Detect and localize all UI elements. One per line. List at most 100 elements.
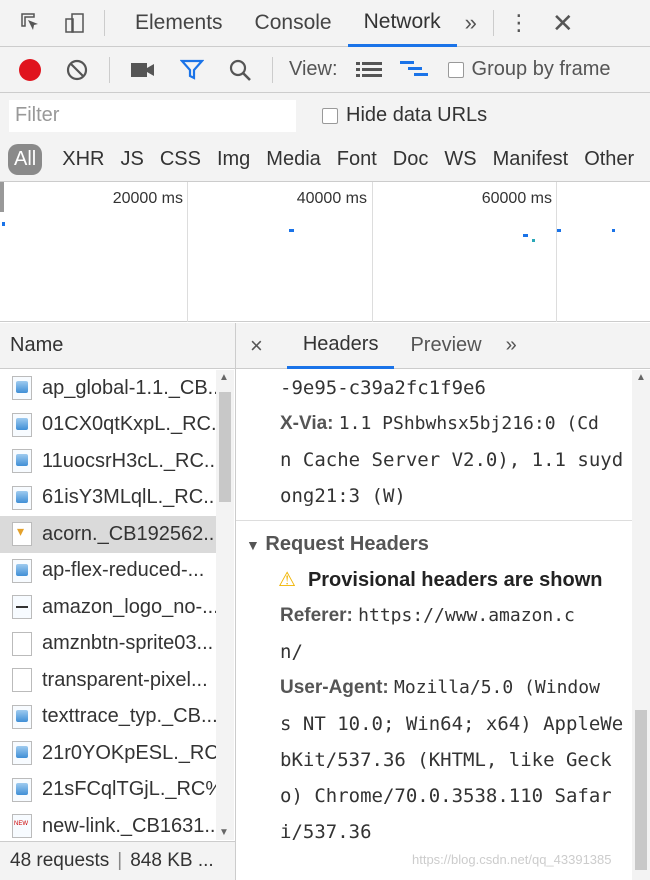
request-name: new-link._CB1631... [42,814,216,837]
type-filter-other[interactable]: Other [584,148,634,171]
scrollbar-thumb[interactable] [219,392,231,502]
amazon-logo-thumbnail-icon [12,595,32,620]
clear-icon[interactable] [65,58,89,82]
grid-line [556,182,557,322]
hide-data-urls-label: Hide data URLs [346,104,488,126]
record-button[interactable] [19,58,41,81]
request-name: ap-flex-reduced-... [42,559,205,582]
search-icon[interactable] [228,58,252,82]
type-filter-css[interactable]: CSS [160,148,201,171]
request-row[interactable]: 01CX0qtKxpL._RC... [0,407,216,444]
type-filter-xhr[interactable]: XHR [62,148,104,171]
request-row-selected[interactable]: acorn._CB192562... [0,516,216,553]
divider [272,56,273,83]
request-row[interactable]: ap_global-1.1._CB... [0,370,216,407]
request-name: 61isY3MLqlL._RC... [42,486,216,509]
type-filter-img[interactable]: Img [217,148,250,171]
tab-console[interactable]: Console [239,0,348,47]
header-value-line: s NT 10.0; Win64; x64) AppleWe [280,713,624,735]
kebab-menu-icon[interactable]: ⋮ [508,10,530,36]
request-row[interactable]: transparent-pixel... [0,662,216,699]
headers-content: -9e95-c39a2fc1f9e6 X-Via: 1.1 PShbwhsx5b… [236,370,632,880]
request-row[interactable]: amznbtn-sprite03... [0,626,216,663]
more-tabs-icon[interactable]: » [465,10,477,36]
disclosure-triangle-icon: ▼ [246,537,260,553]
type-filter-font[interactable]: Font [337,148,377,171]
request-detail-pane: × Headers Preview » -9e95-c39a2fc1f9e6 X… [236,323,650,880]
request-mark [523,234,528,237]
request-name: 21r0YOKpESL._RC... [42,741,216,764]
request-name: transparent-pixel... [42,668,208,691]
filter-input[interactable] [9,99,296,132]
filter-funnel-icon[interactable] [180,58,204,82]
image-file-icon [12,412,32,437]
request-list-scrollbar[interactable]: ▲ ▼ [216,370,234,840]
type-filter-media[interactable]: Media [266,148,320,171]
header-value-line: o) Chrome/70.0.3538.110 Safar [280,785,612,807]
request-name: 01CX0qtKxpL._RC... [42,413,216,436]
header-key: Referer: [280,605,353,626]
type-filter-doc[interactable]: Doc [393,148,429,171]
more-detail-tabs-icon[interactable]: » [506,334,517,357]
group-by-frame-checkbox[interactable] [447,61,464,78]
detail-scrollbar[interactable]: ▲ [632,370,650,880]
request-row[interactable]: texttrace_typ._CB... [0,699,216,736]
type-filter-all[interactable]: All [8,144,43,175]
type-filter-manifest[interactable]: Manifest [493,148,569,171]
tab-network[interactable]: Network [347,0,457,47]
new-badge-thumbnail-icon [12,814,32,839]
warning-icon: ⚠ [278,569,296,591]
close-icon[interactable]: ✕ [552,8,574,39]
request-mark [289,229,294,232]
waterfall-overview-icon[interactable] [399,59,430,81]
request-row[interactable]: ap-flex-reduced-... [0,553,216,590]
image-file-icon [12,558,32,583]
response-header-x-via: X-Via: 1.1 PShbwhsx5bj216:0 (Cd [236,406,632,442]
warning-text: Provisional headers are shown [307,569,603,591]
header-key: User-Agent: [280,677,389,698]
scroll-down-arrow-icon[interactable]: ▼ [219,827,229,838]
device-toolbar-icon[interactable] [60,8,90,38]
watermark-text: https://blog.csdn.net/qq_43391385 [412,852,612,867]
request-name: amznbtn-sprite03... [42,632,214,655]
image-file-icon [12,449,32,474]
group-by-frame-label: Group by frame [471,58,611,80]
request-row[interactable]: 21sFCqlTGjL._RC%... [0,772,216,809]
hide-data-urls-checkbox[interactable] [322,107,338,124]
image-file-icon [12,704,32,729]
acorn-file-icon [12,522,32,547]
type-filter-js[interactable]: JS [120,148,143,171]
detail-tabbar: × Headers Preview » [236,323,650,369]
section-toggle[interactable]: ▼ Request Headers [236,527,632,562]
scrollbar-thumb[interactable] [635,710,647,870]
tab-headers[interactable]: Headers [286,323,395,369]
scroll-up-arrow-icon[interactable]: ▲ [219,372,229,383]
overview-window-handle[interactable] [0,182,4,212]
header-value-line: n Cache Server V2.0), 1.1 suyd [280,449,624,471]
screenshot-camera-icon[interactable] [130,59,156,81]
request-row[interactable]: new-link._CB1631... [0,808,216,845]
request-name: 21sFCqlTGjL._RC%... [42,778,216,801]
name-column-header[interactable]: Name [0,323,235,369]
request-row[interactable]: 21r0YOKpESL._RC... [0,735,216,772]
type-filter-ws[interactable]: WS [444,148,476,171]
timeline-overview[interactable]: 20000 ms 40000 ms 60000 ms [0,182,650,322]
large-rows-list-icon[interactable] [355,60,382,80]
request-row[interactable]: amazon_logo_no-... [0,589,216,626]
request-name: texttrace_typ._CB... [42,705,216,728]
divider [104,10,105,36]
tab-preview[interactable]: Preview [394,323,497,369]
grid-line [372,182,373,322]
header-value-line: bKit/537.36 (KHTML, like Geck [280,749,612,771]
request-row[interactable]: 61isY3MLqlL._RC... [0,480,216,517]
request-row[interactable]: 11uocsrH3cL._RC... [0,443,216,480]
image-file-icon [12,485,32,510]
close-detail-icon[interactable]: × [250,333,263,359]
header-value-line: ong21:3 (W) [280,485,406,507]
overview-tick-label: 20000 ms [112,190,183,207]
request-name: ap_global-1.1._CB... [42,376,216,399]
inspect-element-icon[interactable] [16,8,46,38]
divider: | [117,850,123,871]
scroll-up-arrow-icon[interactable]: ▲ [636,372,646,383]
tab-elements[interactable]: Elements [119,0,239,47]
